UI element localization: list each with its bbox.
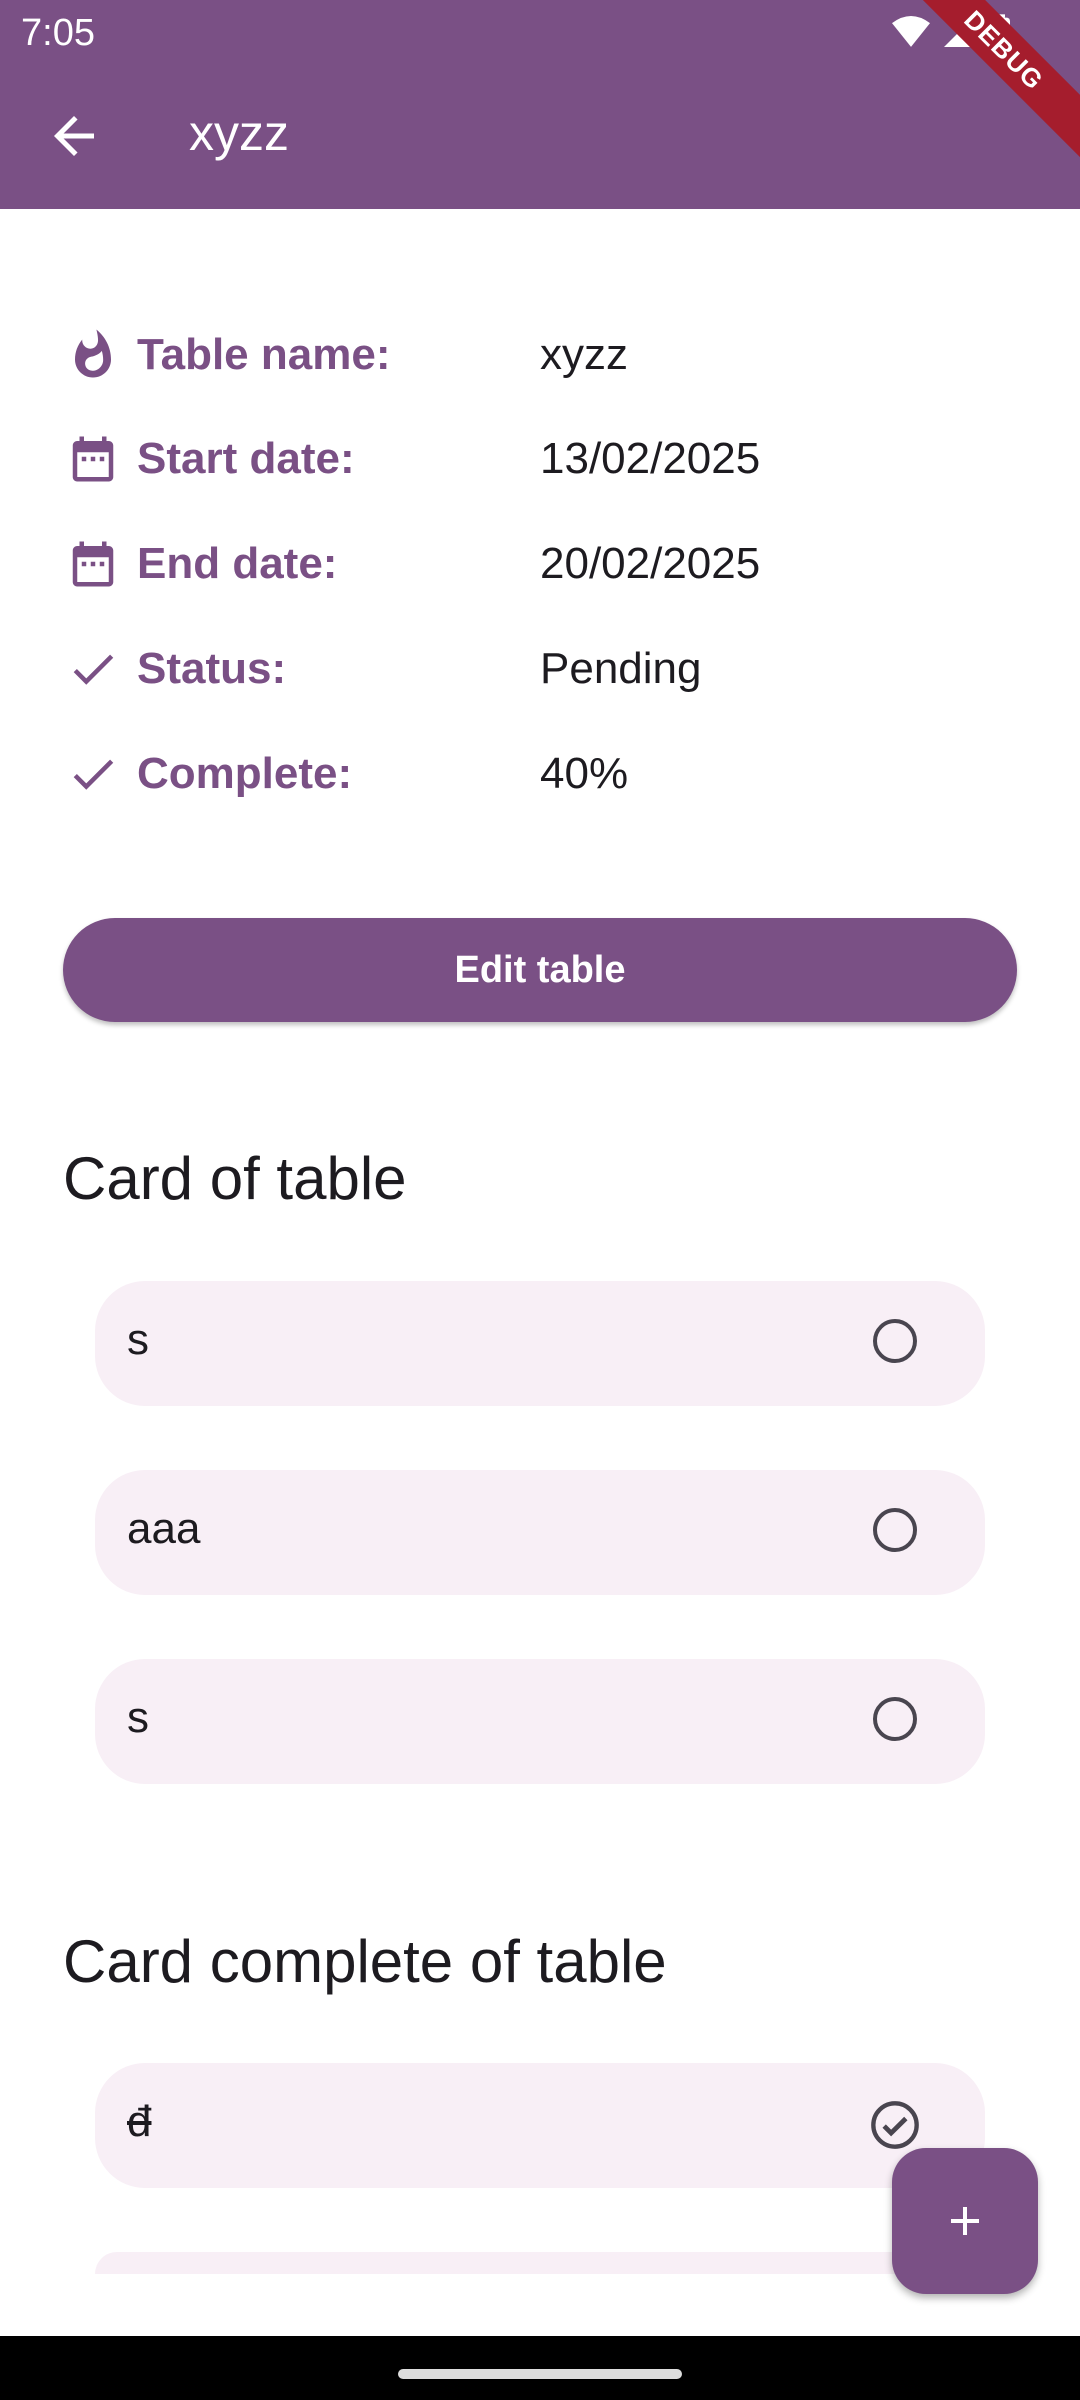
card-item[interactable]: s	[95, 1659, 985, 1784]
info-value: xyzz	[540, 330, 628, 379]
radio-unchecked-icon[interactable]	[873, 1697, 917, 1741]
section-title: Card complete of table	[63, 1928, 667, 1995]
page-title: xyzz	[189, 105, 289, 161]
edit-table-button[interactable]: Edit table	[63, 918, 1017, 1022]
card-item[interactable]: s	[95, 1281, 985, 1406]
calendar-icon	[72, 541, 114, 587]
info-value: 40%	[540, 749, 629, 798]
add-card-button[interactable]	[892, 2148, 1038, 2294]
info-value: 13/02/2025	[540, 434, 761, 483]
info-value: 20/02/2025	[540, 539, 761, 588]
plus-icon	[951, 2207, 979, 2235]
info-row-start-date: Start date: 13/02/2025	[0, 424, 1080, 494]
card-text: s	[127, 1693, 149, 1742]
fire-icon	[75, 329, 111, 378]
section-title: Card of table	[63, 1145, 407, 1212]
info-row-status: Status: Pending	[0, 634, 1080, 704]
wifi-icon	[892, 15, 930, 47]
card-item[interactable]: đ	[95, 2063, 985, 2188]
check-icon	[73, 759, 114, 790]
card-item-partial[interactable]	[95, 2252, 985, 2274]
info-label: Status:	[137, 644, 287, 693]
info-label: Start date:	[137, 434, 355, 483]
app-bar: 7:05 DEBUG xyzz	[0, 0, 1080, 209]
info-row-complete: Complete: 40%	[0, 739, 1080, 809]
radio-unchecked-icon[interactable]	[873, 1319, 917, 1363]
check-circle-icon[interactable]	[869, 2099, 921, 2151]
info-label: Table name:	[137, 330, 391, 379]
system-nav-bar	[0, 2336, 1080, 2400]
card-item[interactable]: aaa	[95, 1470, 985, 1595]
home-indicator[interactable]	[398, 2369, 682, 2379]
radio-unchecked-icon[interactable]	[873, 1508, 917, 1552]
check-icon	[73, 654, 114, 685]
info-value: Pending	[540, 644, 702, 693]
status-time: 7:05	[21, 12, 95, 54]
info-label: End date:	[137, 539, 338, 588]
info-row-table-name: Table name: xyzz	[0, 320, 1080, 390]
info-row-end-date: End date: 20/02/2025	[0, 529, 1080, 599]
card-text: đ	[127, 2097, 152, 2146]
info-label: Complete:	[137, 749, 353, 798]
back-arrow-icon[interactable]	[44, 106, 104, 166]
calendar-icon	[72, 436, 114, 482]
card-text: aaa	[127, 1504, 201, 1553]
card-text: s	[127, 1315, 149, 1364]
